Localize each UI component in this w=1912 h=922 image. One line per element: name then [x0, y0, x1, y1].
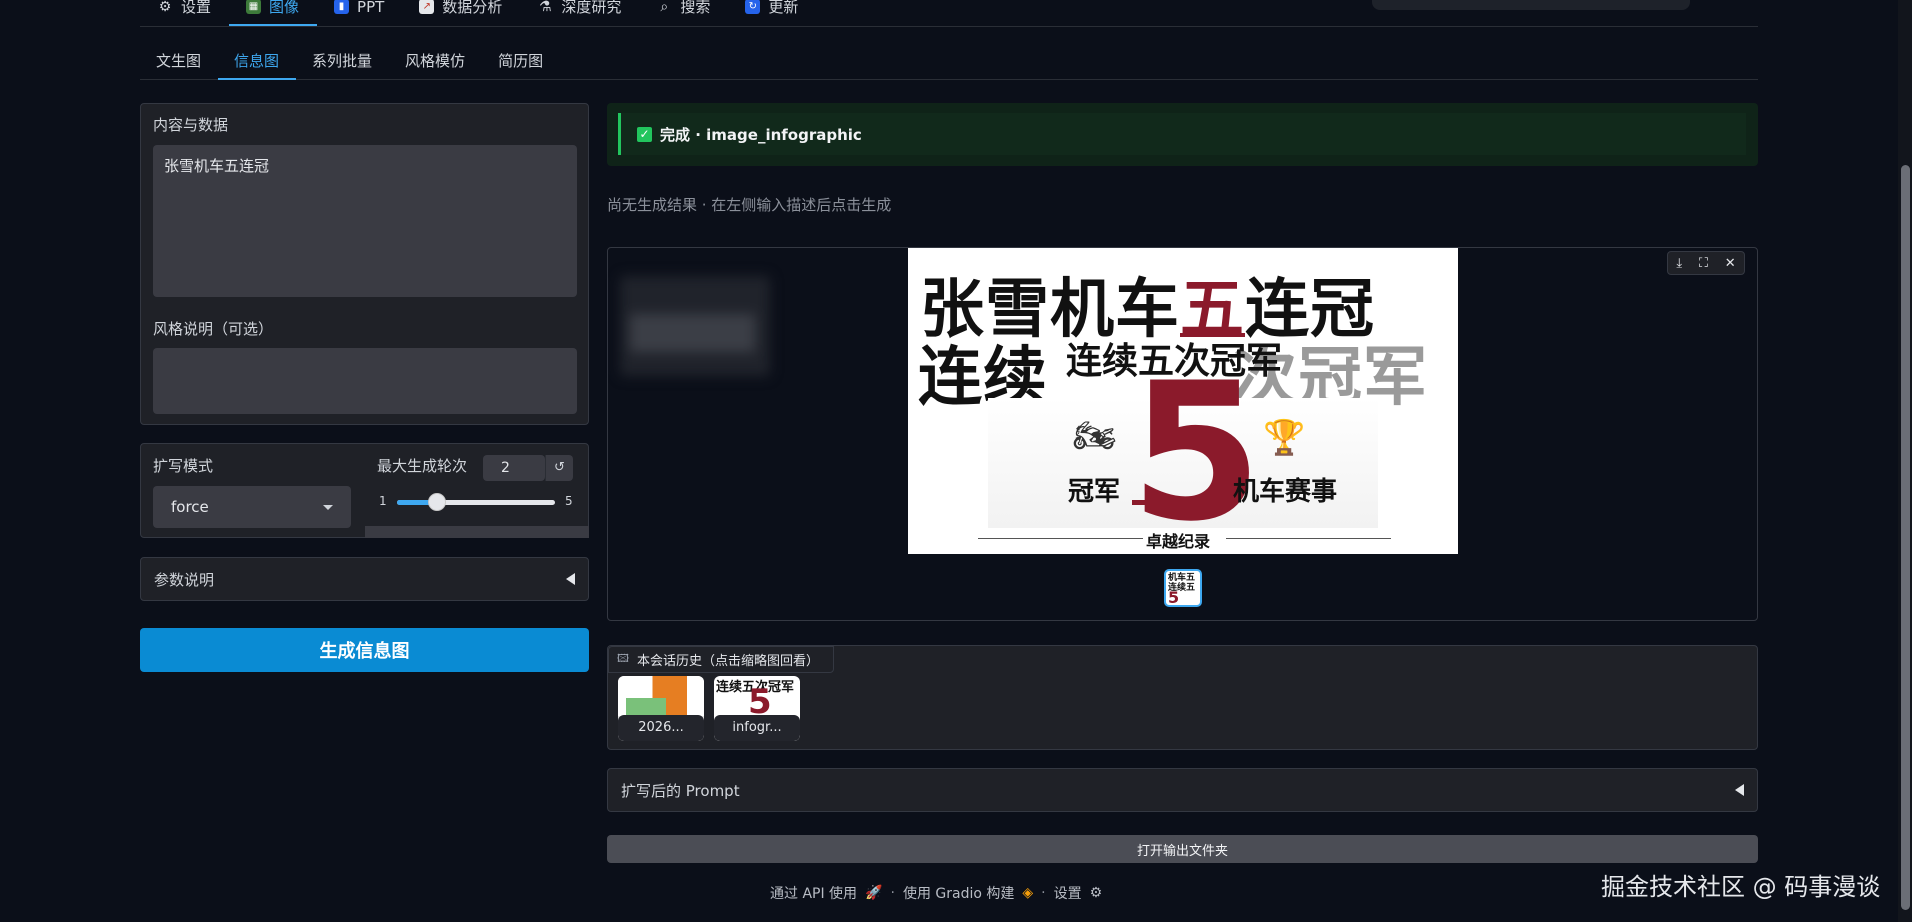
gradio-link[interactable]: 使用 Gradio 构建	[903, 883, 1014, 903]
style-textarea[interactable]	[153, 348, 577, 414]
thumbnail-caption: infogr...	[714, 715, 800, 741]
poster-footer: 卓越纪录	[1146, 532, 1211, 551]
content-textarea[interactable]: 张雪机车五连冠	[153, 145, 577, 297]
watermark: 掘金技术社区 @ 码事漫谈	[1601, 873, 1881, 901]
subtab-infographic[interactable]: 信息图	[218, 47, 297, 80]
gallery-thumbnail[interactable]: 机车五连续五 5	[1164, 569, 1202, 607]
dropdown-value: force	[171, 498, 209, 516]
gear-icon: ⚙	[1089, 885, 1103, 901]
image-icon: 🖾	[617, 652, 629, 665]
chevron-down-icon	[323, 504, 333, 510]
motorcycle-icon: 🏍	[1073, 416, 1117, 456]
input-panel: 内容与数据 张雪机车五连冠 风格说明（可选）	[140, 103, 589, 425]
fullscreen-icon[interactable]: ⛶	[1699, 256, 1708, 271]
preview-toolbar: ⤓ ⛶ ✕	[1667, 251, 1745, 275]
tab-image[interactable]: ▦ 图像	[229, 0, 318, 26]
tab-label: 数据分析	[442, 0, 503, 16]
footer-separator: ·	[1041, 885, 1046, 901]
poster-number-underline	[1132, 500, 1234, 505]
collapse-arrow-icon	[1735, 784, 1744, 796]
thumbnail-caption: 2026...	[618, 715, 704, 741]
trophy-icon: 🏆	[1263, 418, 1306, 458]
accordion-label: 参数说明	[154, 570, 215, 589]
poster-big-number: 5	[1130, 342, 1263, 554]
poster-caption-right: 机车赛事	[1233, 477, 1338, 507]
expand-mode-dropdown[interactable]: force	[153, 486, 351, 528]
status-box: ✓ 完成 · image_infographic	[607, 103, 1758, 166]
blurred-background-thumb	[620, 276, 770, 376]
status-text: 完成 · image_infographic	[660, 125, 862, 144]
max-rounds-input[interactable]: 2	[483, 455, 545, 481]
empty-result-hint: 尚无生成结果 · 在左侧输入描述后点击生成	[607, 196, 892, 214]
reset-icon[interactable]: ↺	[545, 455, 573, 481]
footer: 通过 API 使用 🚀 · 使用 Gradio 构建 ◈ · 设置 ⚙	[770, 883, 1102, 903]
thumbnail-graphic	[626, 698, 666, 716]
expand-mode-label: 扩写模式	[153, 457, 214, 475]
poster-caption-left: 冠军	[1068, 477, 1121, 507]
history-thumbnail[interactable]: 2026...	[618, 676, 704, 741]
slider-handle[interactable]	[427, 493, 446, 511]
session-history: 🖾 本会话历史（点击缩略图回看） 2026... 连续五次冠军 5 infogr…	[607, 645, 1758, 750]
status-message: ✓ 完成 · image_infographic	[618, 113, 1746, 155]
app-root: ⚙ 设置 ▦ 图像 ▮ PPT ↗ 数据分析 ⚗ 深度研究 ⌕ 搜索 ↻ 更新 …	[0, 0, 1912, 922]
content-label: 内容与数据	[153, 116, 229, 134]
tab-update[interactable]: ↻ 更新	[728, 0, 816, 26]
download-icon[interactable]: ⤓	[1676, 256, 1682, 271]
thumbnail-number: 5	[1168, 588, 1180, 607]
top-nav-tabs: ⚙ 设置 ▦ 图像 ▮ PPT ↗ 数据分析 ⚗ 深度研究 ⌕ 搜索 ↻ 更新	[140, 0, 1758, 27]
collapse-arrow-icon	[566, 573, 575, 585]
slider-footer-bar	[365, 526, 589, 538]
tab-label: 图像	[269, 0, 300, 16]
subtab-text-to-image[interactable]: 文生图	[140, 47, 218, 80]
sub-tabs: 文生图 信息图 系列批量 风格模仿 简历图	[140, 47, 1758, 80]
open-output-folder-button[interactable]: 打开输出文件夹	[607, 835, 1758, 863]
accordion-label: 扩写后的 Prompt	[621, 781, 740, 800]
generate-infographic-button[interactable]: 生成信息图	[140, 628, 589, 672]
api-link[interactable]: 通过 API 使用	[770, 883, 857, 903]
history-header: 🖾 本会话历史（点击缩略图回看）	[608, 646, 834, 673]
tab-label: PPT	[357, 0, 385, 16]
style-label: 风格说明（可选）	[153, 320, 274, 338]
gear-icon: ⚙	[158, 0, 172, 15]
gradio-logo-icon: ◈	[1022, 885, 1034, 901]
slider-min-label: 1	[379, 494, 387, 508]
image-icon: ▦	[246, 0, 262, 14]
subtab-style-imitation[interactable]: 风格模仿	[389, 47, 482, 80]
scrollbar-thumb[interactable]	[1901, 165, 1910, 910]
tab-settings[interactable]: ⚙ 设置	[140, 0, 229, 26]
history-title: 本会话历史（点击缩略图回看）	[636, 654, 819, 669]
search-icon: ⌕	[660, 0, 669, 15]
refresh-icon: ↻	[745, 0, 761, 14]
tab-data-analysis[interactable]: ↗ 数据分析	[402, 0, 520, 26]
slider-max-label: 5	[565, 494, 573, 508]
poster-rule-right	[1226, 538, 1391, 539]
tab-label: 深度研究	[561, 0, 622, 16]
bar-chart-icon: ▮	[334, 0, 350, 14]
rocket-icon: 🚀	[865, 885, 883, 901]
subtab-series-batch[interactable]: 系列批量	[296, 47, 389, 80]
close-icon[interactable]: ✕	[1725, 256, 1736, 271]
tab-label: 更新	[768, 0, 799, 16]
max-rounds-label: 最大生成轮次	[377, 457, 468, 475]
infographic-preview-image[interactable]: 张雪机车五连冠 连续 次冠军 连续五次冠军 5 🏍 🏆 冠军 机车赛事 卓越纪录	[908, 248, 1458, 554]
tab-label: 搜索	[680, 0, 711, 16]
expanded-prompt-accordion[interactable]: 扩写后的 Prompt	[607, 768, 1758, 812]
flask-icon: ⚗	[539, 0, 552, 15]
tab-search[interactable]: ⌕ 搜索	[639, 0, 728, 26]
tab-ppt[interactable]: ▮ PPT	[317, 0, 402, 26]
footer-separator: ·	[890, 885, 895, 901]
tab-deep-research[interactable]: ⚗ 深度研究	[520, 0, 639, 26]
subtab-resume[interactable]: 简历图	[482, 47, 560, 80]
check-icon: ✓	[637, 126, 652, 142]
options-panel: 扩写模式 force 最大生成轮次 2 ↺ 1 5	[140, 443, 589, 538]
line-chart-icon: ↗	[419, 0, 435, 14]
image-gallery: 张雪机车五连冠 连续 次冠军 连续五次冠军 5 🏍 🏆 冠军 机车赛事 卓越纪录 …	[607, 247, 1758, 621]
poster-rule-left	[978, 538, 1143, 539]
tab-label: 设置	[181, 0, 212, 16]
settings-link[interactable]: 设置	[1054, 883, 1082, 903]
params-accordion[interactable]: 参数说明	[140, 557, 589, 601]
history-thumbnail[interactable]: 连续五次冠军 5 infogr...	[714, 676, 800, 741]
